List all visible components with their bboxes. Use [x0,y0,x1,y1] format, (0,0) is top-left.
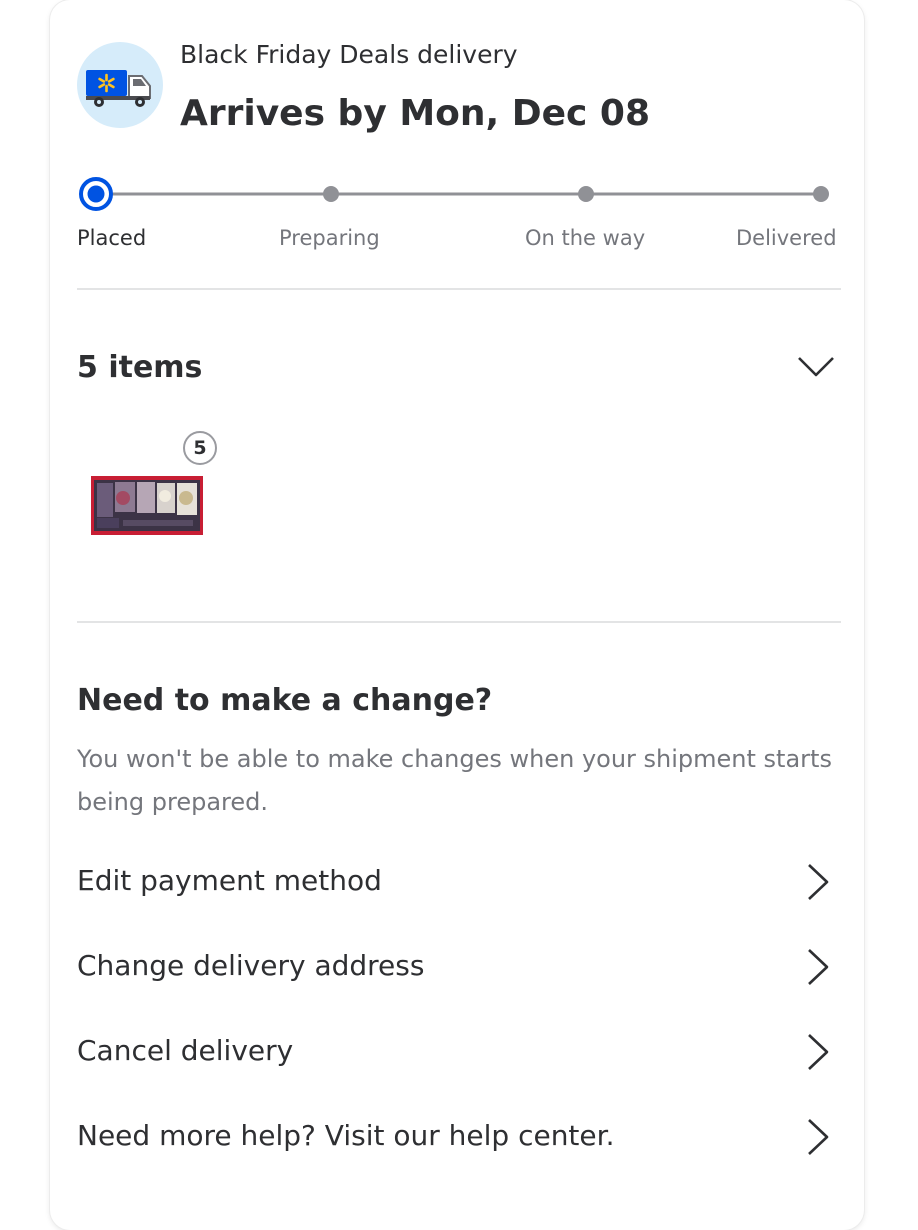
item-quantity-badge: 5 [183,431,217,465]
chevron-right-icon [808,1119,829,1155]
change-section-description: You won't be able to make changes when y… [77,745,832,816]
items-count-heading: 5 items [77,350,203,385]
progress-step-dot-placed-center [87,185,105,203]
chevron-down-icon[interactable] [796,350,836,384]
chevron-right-icon [808,864,829,900]
step-label-preparing: Preparing [279,226,380,250]
section-divider [77,288,841,290]
step-label-delivered: Delivered [736,226,837,250]
edit-payment-method-link[interactable]: Edit payment method [77,852,841,912]
progress-step-dot-on-the-way [578,186,594,202]
action-label: Change delivery address [77,949,425,982]
change-section-heading: Need to make a change? [77,683,493,718]
chevron-right-icon [808,1034,829,1070]
product-thumbnail[interactable] [91,476,203,535]
order-progress-tracker [79,177,829,211]
progress-step-dot-preparing [323,186,339,202]
arrival-date: Arrives by Mon, Dec 08 [180,93,650,134]
change-delivery-address-link[interactable]: Change delivery address [77,937,841,997]
chevron-right-icon [808,949,829,985]
step-label-on-the-way: On the way [525,226,646,250]
progress-step-dot-delivered [813,186,829,202]
action-label: Edit payment method [77,864,382,897]
delivery-truck-icon [77,42,163,128]
section-divider [77,621,841,623]
step-label-placed: Placed [77,226,147,250]
cancel-delivery-link[interactable]: Cancel delivery [77,1022,841,1082]
action-label: Need more help? Visit our help center. [77,1119,615,1152]
action-label: Cancel delivery [77,1034,294,1067]
help-center-link[interactable]: Need more help? Visit our help center. [77,1107,841,1167]
delivery-type-label: Black Friday Deals delivery [180,40,518,69]
